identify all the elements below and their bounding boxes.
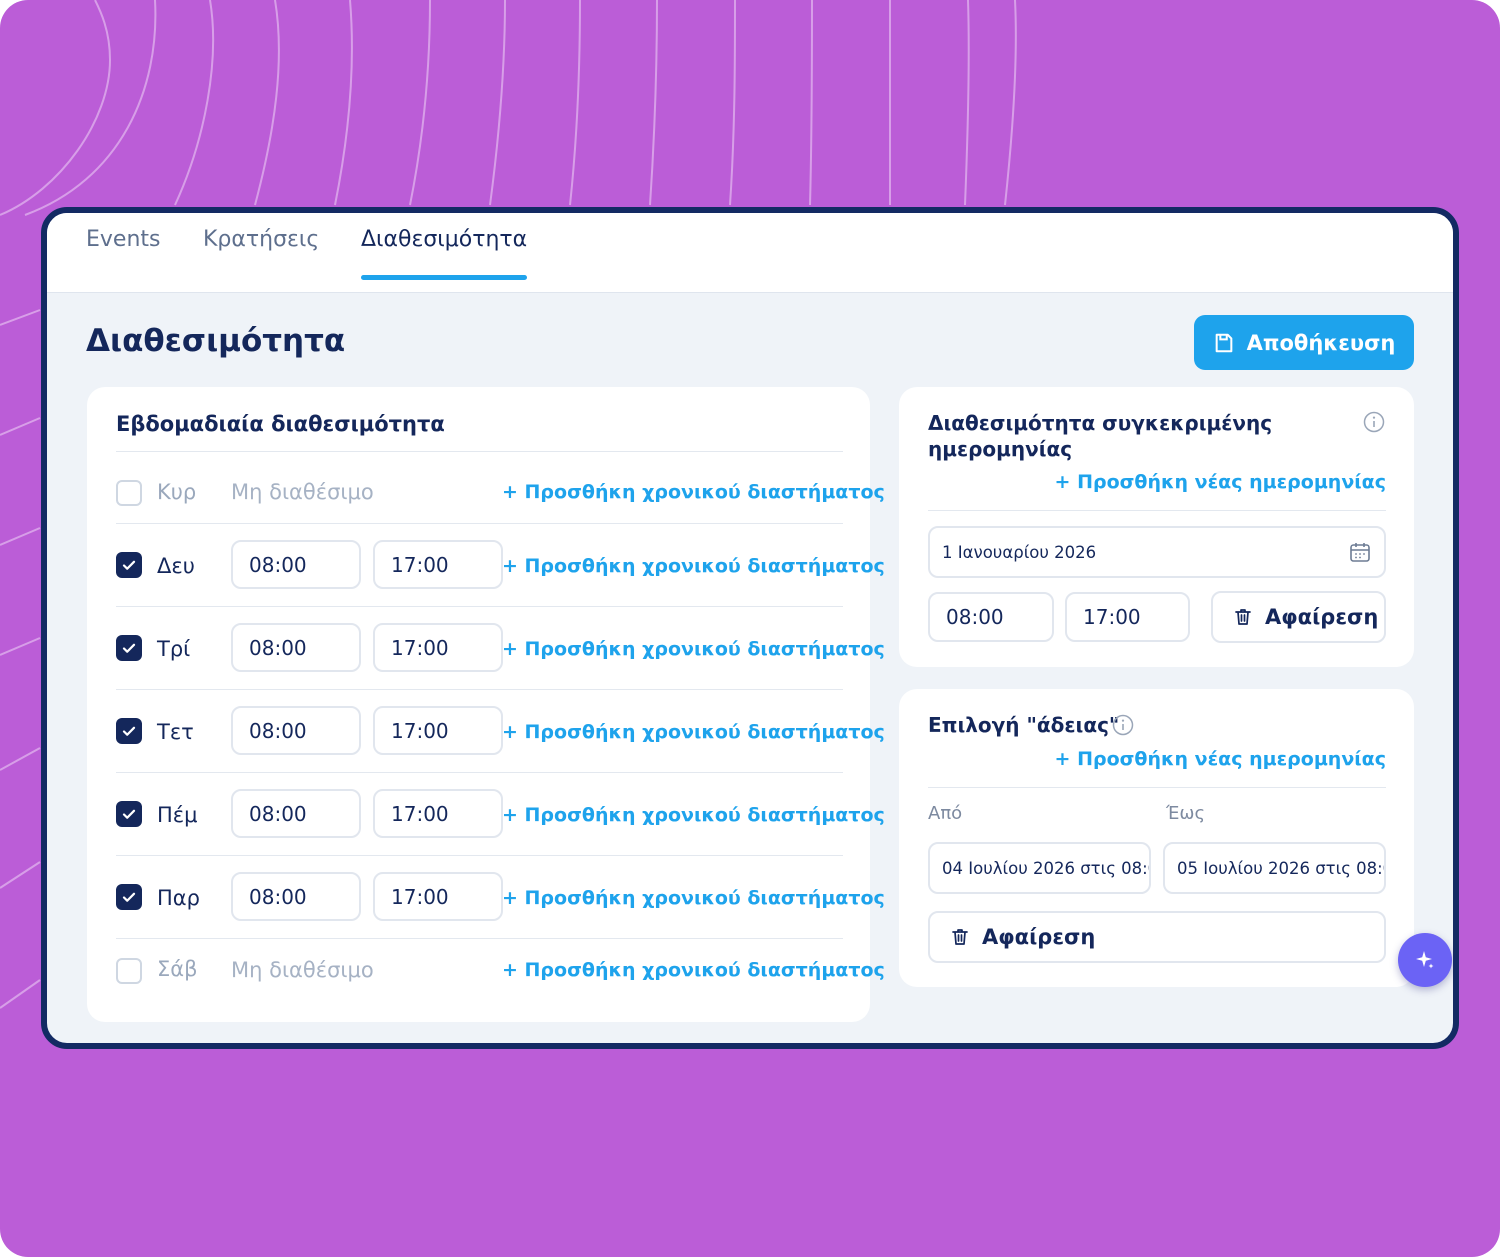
end-time-input[interactable]: 17:00 xyxy=(373,623,503,672)
leave-card: Επιλογή "άδειας" + Προσθήκη νέας ημερομη… xyxy=(899,689,1414,987)
divider xyxy=(928,510,1386,511)
check-icon xyxy=(122,726,136,736)
leave-remove-button[interactable]: Αφαίρεση xyxy=(928,911,1386,963)
row-divider xyxy=(116,772,843,773)
specific-start-time[interactable]: 08:00 xyxy=(928,592,1054,642)
end-time-input[interactable]: 17:00 xyxy=(373,872,503,921)
row-divider xyxy=(116,855,843,856)
specific-end-time[interactable]: 17:00 xyxy=(1065,592,1190,642)
date-value: 1 Ιανουαρίου 2026 xyxy=(942,542,1097,562)
divider xyxy=(116,451,843,452)
row-divider xyxy=(116,606,843,607)
divider xyxy=(928,787,1386,788)
remove-label: Αφαίρεση xyxy=(982,925,1096,949)
day-checkbox[interactable] xyxy=(116,958,142,984)
day-row-wednesday: Τετ 08:00 17:00 + Προσθήκη χρονικού διασ… xyxy=(87,706,885,756)
day-label: Δευ xyxy=(157,554,195,578)
day-label: Τρί xyxy=(157,637,191,661)
date-input[interactable]: 1 Ιανουαρίου 2026 xyxy=(928,526,1386,578)
end-time-input[interactable]: 17:00 xyxy=(373,706,503,755)
to-label: Έως xyxy=(1166,803,1206,824)
assistant-fab-button[interactable] xyxy=(1398,933,1452,987)
start-time-input[interactable]: 08:00 xyxy=(231,623,361,672)
day-checkbox[interactable] xyxy=(116,718,142,744)
save-button[interactable]: Αποθήκευση xyxy=(1194,315,1414,370)
info-icon[interactable] xyxy=(1363,411,1385,433)
specific-title-line2: ημερομηνίας xyxy=(928,437,1073,461)
start-time-input[interactable]: 08:00 xyxy=(231,872,361,921)
trash-icon xyxy=(952,929,968,945)
day-row-friday: Παρ 08:00 17:00 + Προσθήκη χρονικού διασ… xyxy=(87,872,885,922)
check-icon xyxy=(122,892,136,902)
save-button-label: Αποθήκευση xyxy=(1246,330,1396,355)
tab-events[interactable]: Events xyxy=(86,227,161,252)
day-label: Πέμ xyxy=(157,803,198,827)
day-checkbox[interactable] xyxy=(116,801,142,827)
row-divider xyxy=(116,689,843,690)
add-slot-link[interactable]: + Προσθήκη χρονικού διαστήματος xyxy=(502,804,885,826)
unavailable-text: Μη διαθέσιμο xyxy=(231,958,374,982)
trash-icon xyxy=(1235,609,1251,625)
app-window: Events Κρατήσεις Διαθεσιμότητα Διαθεσιμό… xyxy=(41,207,1459,1049)
row-divider xyxy=(116,523,843,524)
tab-bookings[interactable]: Κρατήσεις xyxy=(203,227,319,252)
end-time-input[interactable]: 17:00 xyxy=(373,540,503,589)
specific-date-card: Διαθεσιμότητα συγκεκριμένης ημερομηνίας … xyxy=(899,387,1414,667)
tab-availability[interactable]: Διαθεσιμότητα xyxy=(361,227,527,252)
day-label: Τετ xyxy=(157,720,194,744)
row-divider xyxy=(116,938,843,939)
start-time-input[interactable]: 08:00 xyxy=(231,706,361,755)
page-title: Διαθεσιμότητα xyxy=(86,323,346,359)
sparkle-icon xyxy=(1416,951,1434,969)
unavailable-text: Μη διαθέσιμο xyxy=(231,480,374,504)
leave-from-value: 04 Ιουλίου 2026 στις 08:00 xyxy=(942,858,1151,878)
weekly-title: Εβδομαδιαία διαθεσιμότητα xyxy=(116,412,445,436)
weekly-availability-card: Εβδομαδιαία διαθεσιμότητα Κυρ Μη διαθέσι… xyxy=(87,387,885,1022)
day-row-monday: Δευ 08:00 17:00 + Προσθήκη χρονικού διασ… xyxy=(87,540,885,590)
specific-title-line1: Διαθεσιμότητα συγκεκριμένης xyxy=(928,411,1273,435)
day-checkbox[interactable] xyxy=(116,552,142,578)
leave-from-input[interactable]: 04 Ιουλίου 2026 στις 08:00 xyxy=(928,842,1151,894)
calendar-icon[interactable] xyxy=(1349,541,1371,563)
day-label: Παρ xyxy=(157,886,200,910)
leave-to-value: 05 Ιουλίου 2026 στις 08:00 xyxy=(1177,858,1386,878)
leave-title: Επιλογή "άδειας" xyxy=(928,713,1120,737)
save-icon xyxy=(1215,333,1232,352)
active-tab-indicator xyxy=(361,275,527,280)
start-time-input[interactable]: 08:00 xyxy=(231,540,361,589)
day-checkbox[interactable] xyxy=(116,884,142,910)
specific-remove-button[interactable]: Αφαίρεση xyxy=(1211,591,1386,643)
day-label: Σάβ xyxy=(157,957,198,981)
info-icon[interactable] xyxy=(1112,714,1134,736)
day-label: Κυρ xyxy=(157,480,197,504)
tab-bar: Events Κρατήσεις Διαθεσιμότητα xyxy=(47,213,1453,293)
add-slot-link[interactable]: + Προσθήκη χρονικού διαστήματος xyxy=(502,555,885,577)
add-date-link[interactable]: + Προσθήκη νέας ημερομηνίας xyxy=(1055,471,1386,493)
add-slot-link[interactable]: + Προσθήκη χρονικού διαστήματος xyxy=(502,887,885,909)
leave-to-input[interactable]: 05 Ιουλίου 2026 στις 08:00 xyxy=(1163,842,1386,894)
day-checkbox[interactable] xyxy=(116,480,142,506)
add-slot-link[interactable]: + Προσθήκη χρονικού διαστήματος xyxy=(502,721,885,743)
check-icon xyxy=(122,809,136,819)
add-leave-date-link[interactable]: + Προσθήκη νέας ημερομηνίας xyxy=(1055,748,1386,770)
day-row-thursday: Πέμ 08:00 17:00 + Προσθήκη χρονικού διασ… xyxy=(87,789,885,839)
day-checkbox[interactable] xyxy=(116,635,142,661)
from-label: Από xyxy=(928,803,963,824)
add-slot-link[interactable]: + Προσθήκη χρονικού διαστήματος xyxy=(502,638,885,660)
start-time-input[interactable]: 08:00 xyxy=(231,789,361,838)
check-icon xyxy=(122,643,136,653)
day-row-sunday: Κυρ Μη διαθέσιμο + Προσθήκη χρονικού δια… xyxy=(87,473,885,513)
add-slot-link[interactable]: + Προσθήκη χρονικού διαστήματος xyxy=(502,959,885,981)
remove-label: Αφαίρεση xyxy=(1265,605,1379,629)
check-icon xyxy=(122,560,136,570)
add-slot-link[interactable]: + Προσθήκη χρονικού διαστήματος xyxy=(502,481,885,503)
day-row-tuesday: Τρί 08:00 17:00 + Προσθήκη χρονικού διασ… xyxy=(87,623,885,673)
end-time-input[interactable]: 17:00 xyxy=(373,789,503,838)
day-row-saturday: Σάβ Μη διαθέσιμο + Προσθήκη χρονικού δια… xyxy=(87,951,885,991)
